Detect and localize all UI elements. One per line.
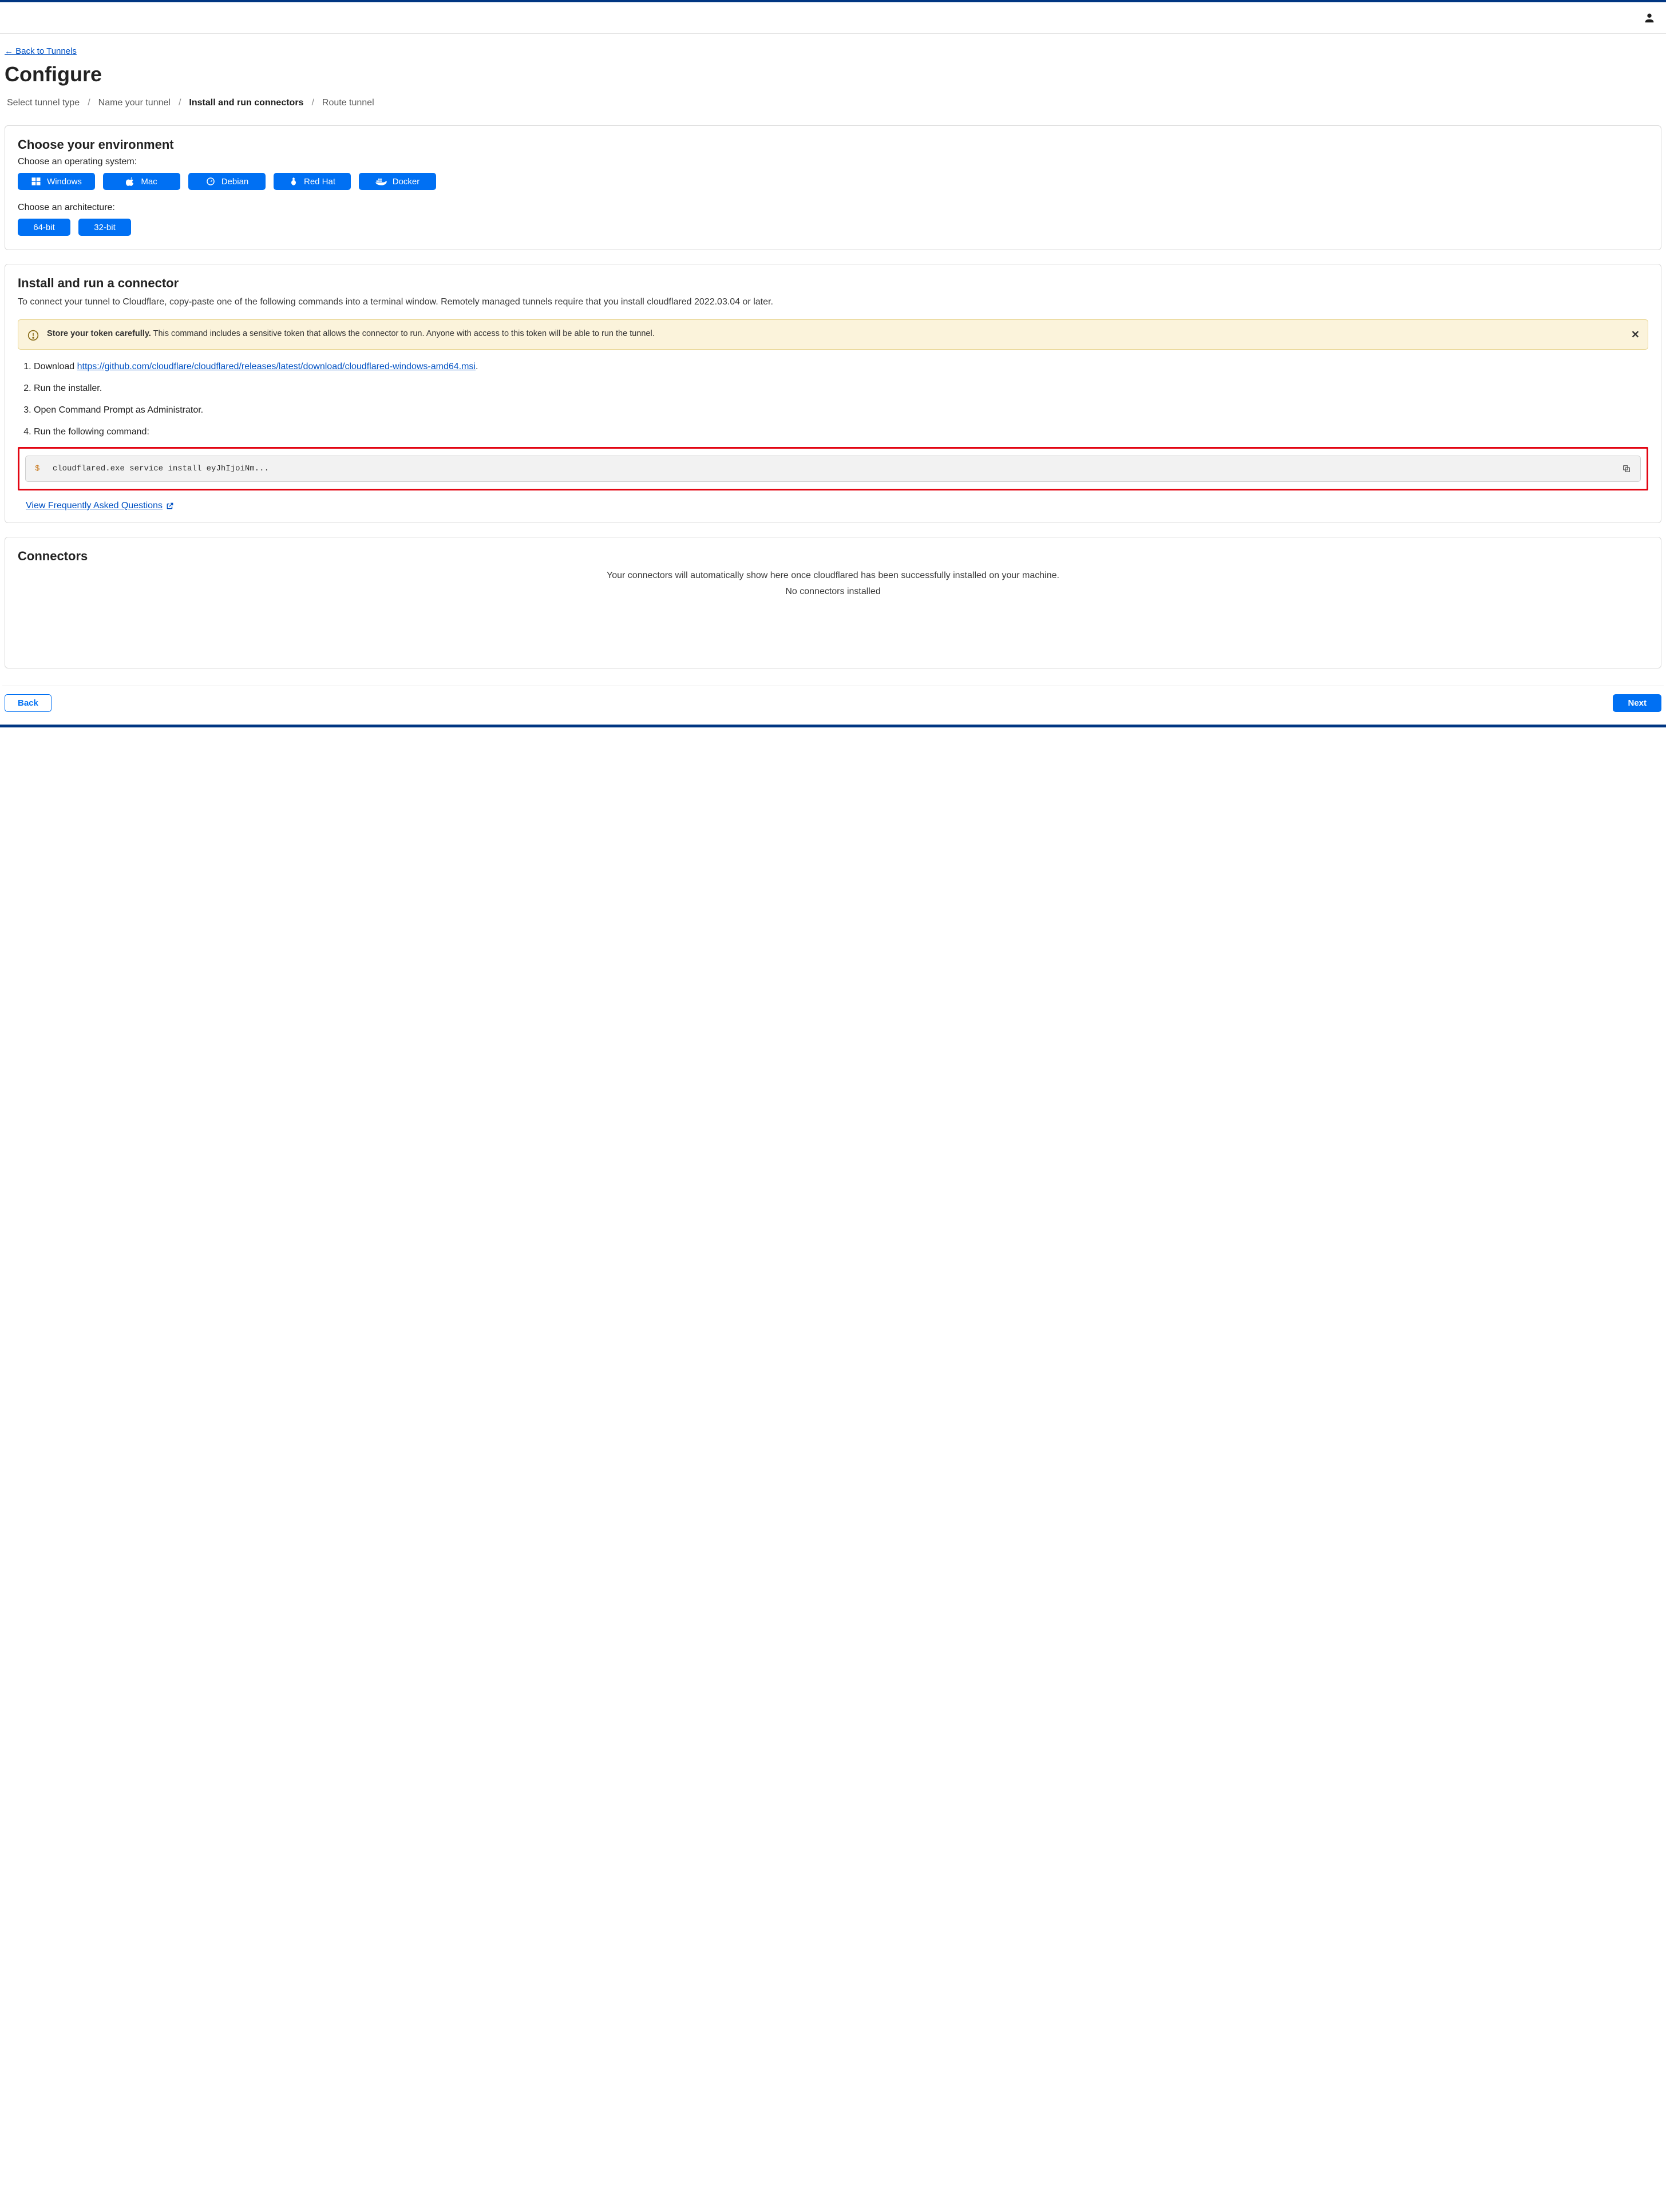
arch-32bit-button[interactable]: 32-bit	[78, 219, 131, 236]
environment-heading: Choose your environment	[18, 137, 1648, 152]
os-docker-button[interactable]: Docker	[359, 173, 436, 190]
breadcrumb-step-3: Install and run connectors	[189, 98, 303, 108]
warning-icon	[27, 330, 39, 341]
connectors-card: Connectors Your connectors will automati…	[5, 537, 1661, 668]
download-link[interactable]: https://github.com/cloudflare/cloudflare…	[77, 362, 476, 371]
command-block: $ cloudflared.exe service install eyJhIj…	[25, 456, 1641, 482]
command-text: cloudflared.exe service install eyJhIjoi…	[53, 464, 269, 473]
faq-link[interactable]: View Frequently Asked Questions	[26, 501, 174, 511]
os-mac-label: Mac	[141, 177, 157, 187]
step1-prefix: Download	[34, 362, 77, 371]
connectors-heading: Connectors	[18, 549, 1648, 564]
breadcrumb-separator: /	[311, 98, 314, 108]
os-redhat-label: Red Hat	[304, 177, 335, 187]
install-description: To connect your tunnel to Cloudflare, co…	[18, 295, 1648, 309]
command-prompt-symbol: $	[35, 464, 39, 473]
os-debian-button[interactable]: Debian	[188, 173, 266, 190]
breadcrumb-step-1[interactable]: Select tunnel type	[7, 98, 80, 108]
page-title: Configure	[5, 62, 1664, 86]
redhat-icon	[289, 176, 298, 187]
os-windows-label: Windows	[47, 177, 82, 187]
install-step-1: Download https://github.com/cloudflare/c…	[34, 360, 1648, 374]
os-debian-label: Debian	[221, 177, 249, 187]
docker-icon	[375, 177, 387, 186]
windows-icon	[31, 176, 41, 187]
os-redhat-button[interactable]: Red Hat	[274, 173, 351, 190]
os-label: Choose an operating system:	[18, 157, 1648, 167]
install-step-4: Run the following command:	[34, 425, 1648, 439]
warning-bold: Store your token carefully.	[47, 329, 151, 338]
copy-command-button[interactable]	[1622, 464, 1631, 473]
header-bar	[0, 2, 1666, 34]
footer-actions: Back Next	[2, 686, 1664, 725]
install-card: Install and run a connector To connect y…	[5, 264, 1661, 523]
install-step-2: Run the installer.	[34, 382, 1648, 395]
breadcrumb: Select tunnel type / Name your tunnel / …	[7, 98, 1664, 108]
connectors-empty-state: No connectors installed	[18, 587, 1648, 597]
os-windows-button[interactable]: Windows	[18, 173, 95, 190]
os-docker-label: Docker	[393, 177, 420, 187]
breadcrumb-step-4[interactable]: Route tunnel	[322, 98, 374, 108]
apple-icon	[126, 176, 135, 187]
debian-icon	[205, 176, 216, 187]
step1-suffix: .	[476, 362, 478, 371]
next-button[interactable]: Next	[1613, 694, 1661, 712]
bottom-brand-bar	[0, 725, 1666, 727]
install-step-3: Open Command Prompt as Administrator.	[34, 403, 1648, 417]
warning-close-button[interactable]: ✕	[1631, 329, 1640, 341]
arch-label: Choose an architecture:	[18, 203, 1648, 213]
connectors-message: Your connectors will automatically show …	[18, 571, 1648, 581]
install-heading: Install and run a connector	[18, 276, 1648, 291]
os-mac-button[interactable]: Mac	[103, 173, 180, 190]
environment-card: Choose your environment Choose an operat…	[5, 125, 1661, 250]
copy-icon	[1622, 464, 1631, 473]
breadcrumb-separator: /	[88, 98, 90, 108]
breadcrumb-step-2[interactable]: Name your tunnel	[98, 98, 171, 108]
warning-text: This command includes a sensitive token …	[151, 329, 655, 338]
back-button[interactable]: Back	[5, 694, 52, 712]
user-avatar-icon[interactable]	[1643, 11, 1656, 24]
back-to-tunnels-link[interactable]: ← Back to Tunnels	[5, 46, 77, 56]
breadcrumb-separator: /	[179, 98, 181, 108]
install-steps: Download https://github.com/cloudflare/c…	[34, 360, 1648, 439]
faq-link-label: View Frequently Asked Questions	[26, 501, 163, 511]
arch-64bit-button[interactable]: 64-bit	[18, 219, 70, 236]
external-link-icon	[166, 502, 174, 510]
command-highlight-box: $ cloudflared.exe service install eyJhIj…	[18, 447, 1648, 490]
token-warning-banner: Store your token carefully. This command…	[18, 319, 1648, 350]
